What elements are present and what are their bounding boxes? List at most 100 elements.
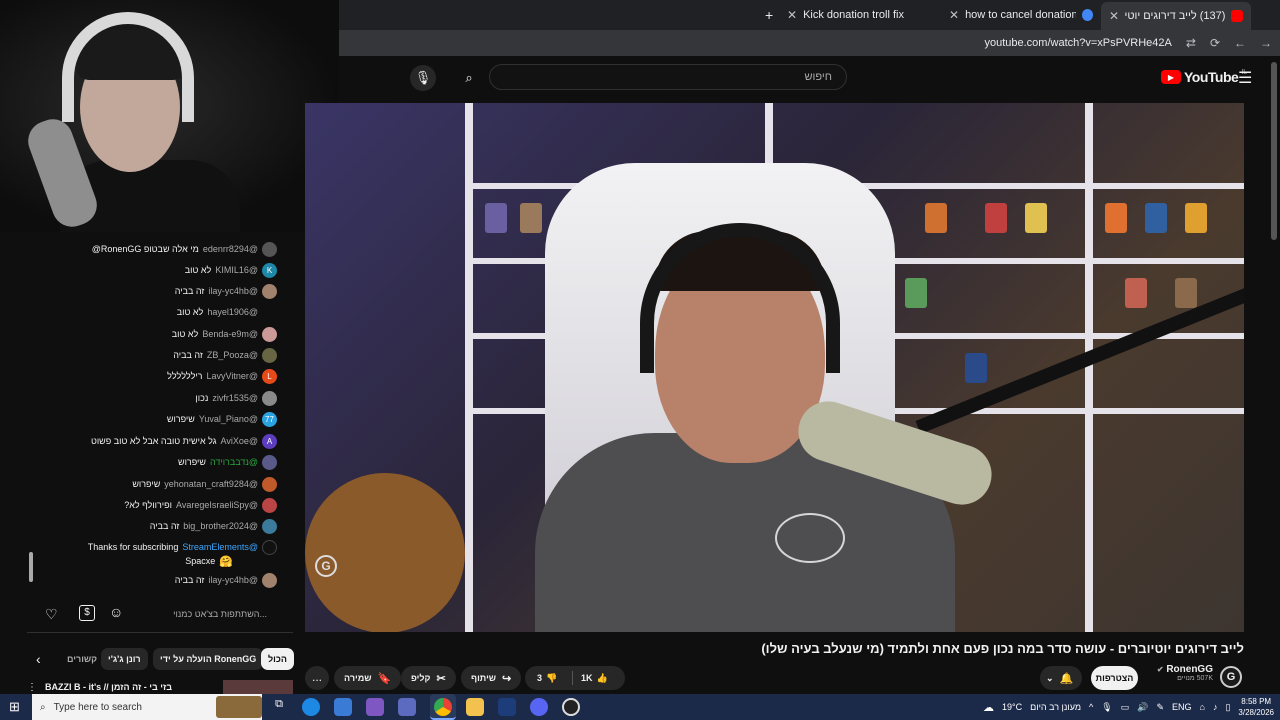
- share-button[interactable]: שיתוף ↪: [461, 666, 522, 690]
- channel-name[interactable]: RonenGG: [1166, 664, 1213, 675]
- chat-username[interactable]: @Benda-e9m: [202, 329, 258, 339]
- plus-icon[interactable]: +: [765, 7, 773, 23]
- avatar: [262, 497, 277, 513]
- notes-icon[interactable]: ▭: [1121, 702, 1130, 713]
- like-dislike-group: 3 👎 1K 👍: [525, 666, 625, 690]
- edge-icon[interactable]: [302, 698, 320, 716]
- youtube-logo[interactable]: ▶ YouTube IL: [1161, 69, 1247, 85]
- notifications-button[interactable]: ⌄ 🔔: [1040, 666, 1082, 690]
- chat-username[interactable]: @zivfr1535: [212, 393, 258, 403]
- channel-avatar[interactable]: G: [1220, 666, 1242, 688]
- youtube-header: 🎙 ⌕ חיפוש ▶ YouTube IL ☰: [339, 56, 1270, 100]
- chip-label: רונן ג'ג'י: [108, 654, 141, 664]
- chat-username[interactable]: @Yuval_Piano: [199, 414, 258, 424]
- chat-message-streamelements: @StreamElements Thanks for subscribing: [88, 538, 277, 556]
- store-icon[interactable]: [334, 698, 352, 716]
- weather-temperature[interactable]: 19°C: [1002, 702, 1022, 712]
- chat-username[interactable]: @ilay-yc4hb: [208, 575, 258, 585]
- live-chat: @edenrr8294 מי אלה שבטופ RonenGG@ K @KIM…: [27, 232, 293, 632]
- chip-uploaded-by[interactable]: הועלה על ידי RonenGG: [153, 648, 264, 670]
- chip-ronen[interactable]: רונן ג'ג'י: [101, 648, 148, 670]
- chat-username[interactable]: @ZB_Pooza: [207, 350, 258, 360]
- chip-all[interactable]: הכול: [261, 648, 294, 670]
- collectible: [1105, 203, 1127, 233]
- menu-icon[interactable]: ☰: [1238, 68, 1252, 88]
- input-language[interactable]: ENG: [1172, 702, 1192, 712]
- chat-username[interactable]: @ilay-yc4hb: [208, 286, 258, 296]
- search-input[interactable]: חיפוש: [489, 64, 847, 90]
- tab-kick-donation[interactable]: ✕ Kick donation troll fix: [779, 4, 929, 26]
- clock[interactable]: 8:58 PM 3/28/2026: [1238, 696, 1274, 718]
- chevron-left-icon[interactable]: ‹: [36, 651, 41, 667]
- heart-icon[interactable]: ♡: [45, 606, 58, 623]
- chat-username[interactable]: @נדבברוידה: [210, 457, 258, 467]
- chat-username[interactable]: @AvaregeIsraeliSpy: [176, 500, 258, 510]
- chat-username[interactable]: @KIMIL16: [215, 265, 258, 275]
- microphone-icon[interactable]: 🎙: [1101, 702, 1112, 713]
- tab-cancel-donation[interactable]: ✕ how to cancel donation in kick: [941, 4, 1101, 26]
- chip-label: הכול: [268, 654, 287, 664]
- super-chat-icon[interactable]: $: [79, 605, 95, 621]
- pen-icon[interactable]: ✎: [1156, 702, 1164, 713]
- chat-username[interactable]: @big_brother2024: [183, 521, 258, 531]
- chat-username[interactable]: @yehonatan_craft9284: [164, 479, 258, 489]
- chat-username[interactable]: @edenrr8294: [203, 244, 258, 254]
- chip-related[interactable]: קשורים: [60, 648, 104, 670]
- close-icon[interactable]: ✕: [949, 8, 959, 22]
- discord-icon[interactable]: [530, 698, 548, 716]
- clip-button[interactable]: קליפ ✂: [401, 666, 456, 690]
- collectible: [925, 203, 947, 233]
- chat-scrollbar[interactable]: [29, 552, 33, 582]
- forward-icon[interactable]: →: [1260, 36, 1272, 50]
- windows-start-icon[interactable]: ⊞: [9, 699, 20, 715]
- chevron-up-icon[interactable]: ^: [1089, 702, 1093, 712]
- file-explorer-icon[interactable]: [466, 698, 484, 716]
- chat-text: Spacxe: [185, 556, 216, 566]
- save-button[interactable]: שמירה 🔖: [334, 666, 402, 690]
- app-icon[interactable]: [498, 698, 516, 716]
- more-actions-button[interactable]: ...: [305, 666, 329, 690]
- channel-name-row[interactable]: ✔ RonenGG: [1145, 664, 1213, 675]
- copilot-icon[interactable]: [366, 698, 384, 716]
- chrome-taskbar-button[interactable]: [430, 694, 456, 720]
- page-scrollbar[interactable]: [1271, 62, 1277, 240]
- translate-icon[interactable]: ⇄: [1186, 36, 1196, 50]
- like-button[interactable]: 1K 👍: [581, 673, 608, 684]
- emoji-picker-icon[interactable]: ☺: [109, 604, 123, 620]
- volume-icon[interactable]: ♪: [1213, 702, 1218, 712]
- chat-username[interactable]: @hayel1906: [207, 307, 258, 317]
- emoji-icon: 🤗: [219, 555, 233, 568]
- chat-input-field[interactable]: השתתפות בצ'אט כמנוי...: [127, 604, 277, 626]
- subscribe-button[interactable]: הצטרפות: [1091, 666, 1138, 690]
- next-video-item[interactable]: ⋮ BAZZI B - it's // בזי בי - זה הזמן: [27, 680, 293, 694]
- search-icon[interactable]: ⌕: [456, 65, 482, 91]
- collectible: [905, 278, 927, 308]
- guitar: [305, 473, 465, 632]
- url-text[interactable]: youtube.com/watch?v=xPsPVRHe42A: [984, 37, 1171, 49]
- tab-youtube-active[interactable]: ✕ (137) לייב דירוגים יוטיוברים: [1101, 2, 1251, 30]
- taskbar-search-input[interactable]: ⌕ Type here to search: [32, 694, 262, 720]
- chat-username[interactable]: @LavyVitner: [207, 371, 259, 381]
- back-icon[interactable]: ←: [1234, 36, 1246, 50]
- network-icon[interactable]: ⌂: [1200, 702, 1205, 712]
- battery-icon[interactable]: ▯: [1225, 702, 1230, 713]
- more-vert-icon[interactable]: ⋮: [27, 682, 37, 693]
- speaker-icon[interactable]: 🔊: [1137, 702, 1148, 713]
- voice-search-icon[interactable]: 🎙: [410, 65, 436, 91]
- app-icon[interactable]: [398, 698, 416, 716]
- new-tab-button[interactable]: +: [757, 4, 781, 26]
- task-view-icon[interactable]: ⧉: [270, 698, 288, 716]
- chat-username[interactable]: @StreamElements: [182, 542, 258, 552]
- video-player[interactable]: G: [305, 103, 1244, 632]
- verified-icon: ✔: [1156, 665, 1164, 674]
- dislike-button[interactable]: 3 👎: [537, 673, 557, 684]
- google-favicon-icon: [1082, 9, 1093, 21]
- chat-input-placeholder: השתתפות בצ'אט כמנוי...: [173, 609, 267, 619]
- close-icon[interactable]: ✕: [787, 8, 797, 22]
- close-icon[interactable]: ✕: [1109, 9, 1119, 23]
- chat-username[interactable]: @AviXoe: [221, 436, 259, 446]
- search-placeholder: חיפוש: [804, 71, 832, 83]
- obs-icon[interactable]: [562, 698, 580, 716]
- reload-icon[interactable]: ⟳: [1210, 36, 1220, 50]
- chat-message: @ZB_Pooza זה בביה: [173, 346, 277, 364]
